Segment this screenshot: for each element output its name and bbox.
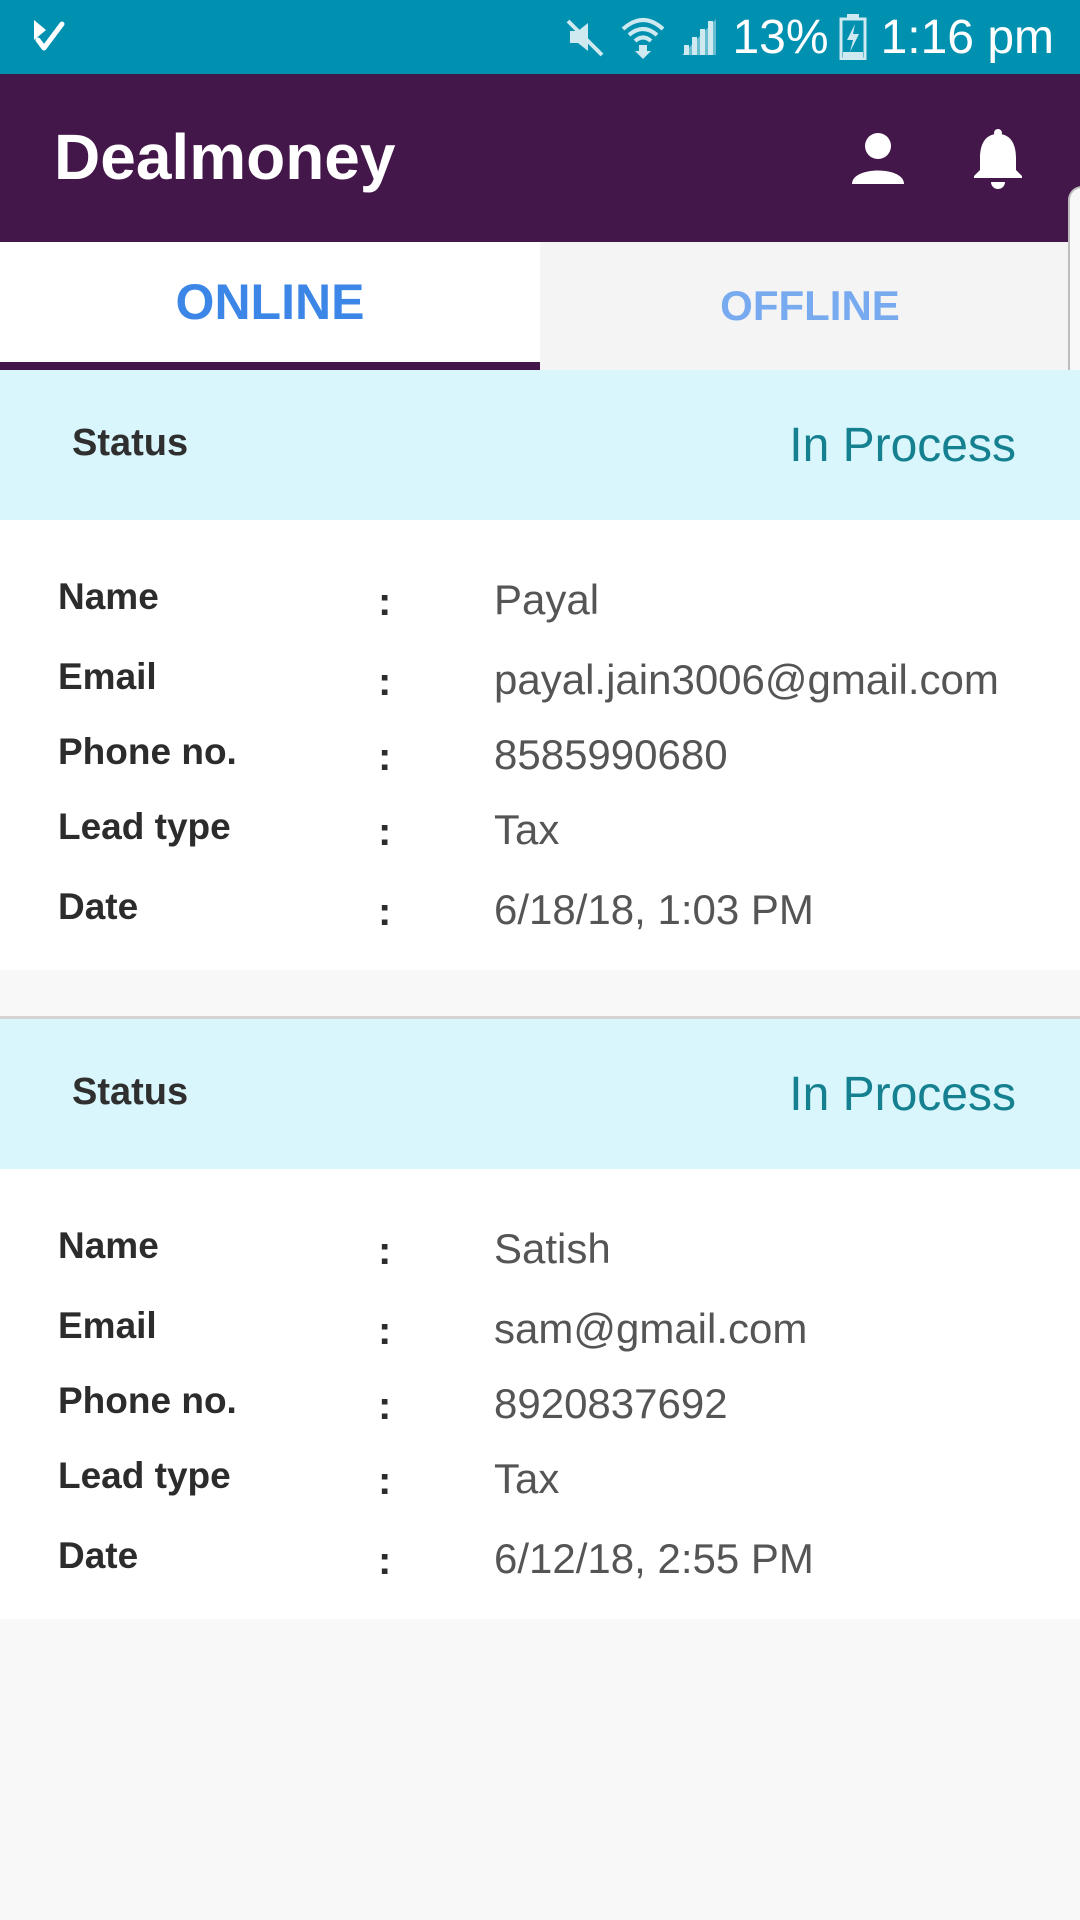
date-value: 6/18/18, 1:03 PM: [494, 886, 814, 933]
lead-type-label: Lead type: [58, 806, 231, 847]
signal-icon: [682, 19, 717, 55]
wifi-icon: [622, 18, 665, 59]
status-bar: 13% 1:16 pm: [0, 0, 1080, 74]
separator: :: [378, 1459, 392, 1503]
tab-bar: ONLINE OFFLINE: [0, 242, 1080, 370]
name-row: Name : Satish: [0, 1225, 1080, 1285]
name-label: Name: [58, 576, 159, 617]
date-label: Date: [58, 886, 139, 927]
email-label: Email: [58, 656, 157, 697]
email-row: Email : payal.jain3006@gmail.com: [0, 656, 1080, 716]
clock: 1:16 pm: [880, 10, 1054, 64]
profile-icon[interactable]: [846, 126, 910, 190]
status-label: Status: [72, 422, 189, 464]
lead-details: Name : Satish Email : sam@gmail.com Phon…: [0, 1169, 1080, 1619]
lead-type-row: Lead type : Tax: [0, 806, 1080, 866]
tab-offline[interactable]: OFFLINE: [540, 242, 1080, 370]
status-label: Status: [72, 1071, 189, 1113]
phone-value: 8920837692: [494, 1380, 728, 1427]
lead-type-label: Lead type: [58, 1455, 231, 1496]
bell-icon[interactable]: [966, 126, 1030, 190]
name-label: Name: [58, 1225, 159, 1266]
separator: :: [378, 580, 392, 624]
name-row: Name : Payal: [0, 576, 1080, 636]
check-notification-icon: [34, 20, 65, 51]
email-label: Email: [58, 1305, 157, 1346]
separator: :: [378, 810, 392, 854]
app-bar: Dealmoney: [0, 74, 1080, 242]
separator: :: [378, 1384, 392, 1428]
date-row: Date : 6/12/18, 2:55 PM: [0, 1535, 1080, 1595]
lead-type-value: Tax: [494, 806, 560, 853]
separator: :: [378, 1539, 392, 1583]
phone-label: Phone no.: [58, 1380, 237, 1421]
date-label: Date: [58, 1535, 139, 1576]
phone-value: 8585990680: [494, 731, 728, 778]
tab-online[interactable]: ONLINE: [0, 242, 540, 370]
email-value: sam@gmail.com: [494, 1305, 808, 1352]
separator: :: [378, 735, 392, 779]
email-value: payal.jain3006@gmail.com: [494, 656, 999, 703]
status-value: In Process: [789, 419, 1016, 472]
phone-row: Phone no. : 8585990680: [0, 731, 1080, 791]
date-row: Date : 6/18/18, 1:03 PM: [0, 886, 1080, 946]
phone-row: Phone no. : 8920837692: [0, 1380, 1080, 1440]
mute-icon: [567, 19, 604, 57]
lead-details: Name : Payal Email : payal.jain3006@gmai…: [0, 520, 1080, 970]
email-row: Email : sam@gmail.com: [0, 1305, 1080, 1365]
name-value: Payal: [494, 576, 600, 623]
lead-type-row: Lead type : Tax: [0, 1455, 1080, 1515]
separator: :: [378, 660, 392, 704]
separator: :: [378, 890, 392, 934]
separator: :: [378, 1229, 392, 1273]
status-band: Status In Process: [0, 1019, 1080, 1169]
name-value: Satish: [494, 1225, 611, 1272]
phone-label: Phone no.: [58, 731, 237, 772]
date-value: 6/12/18, 2:55 PM: [494, 1535, 814, 1582]
app-title: Dealmoney: [54, 121, 396, 193]
status-value: In Process: [789, 1068, 1016, 1121]
lead-type-value: Tax: [494, 1455, 560, 1502]
status-band: Status In Process: [0, 370, 1080, 520]
battery-percent: 13%: [732, 10, 829, 64]
battery-charging-icon: [839, 14, 867, 60]
separator: :: [378, 1309, 392, 1353]
